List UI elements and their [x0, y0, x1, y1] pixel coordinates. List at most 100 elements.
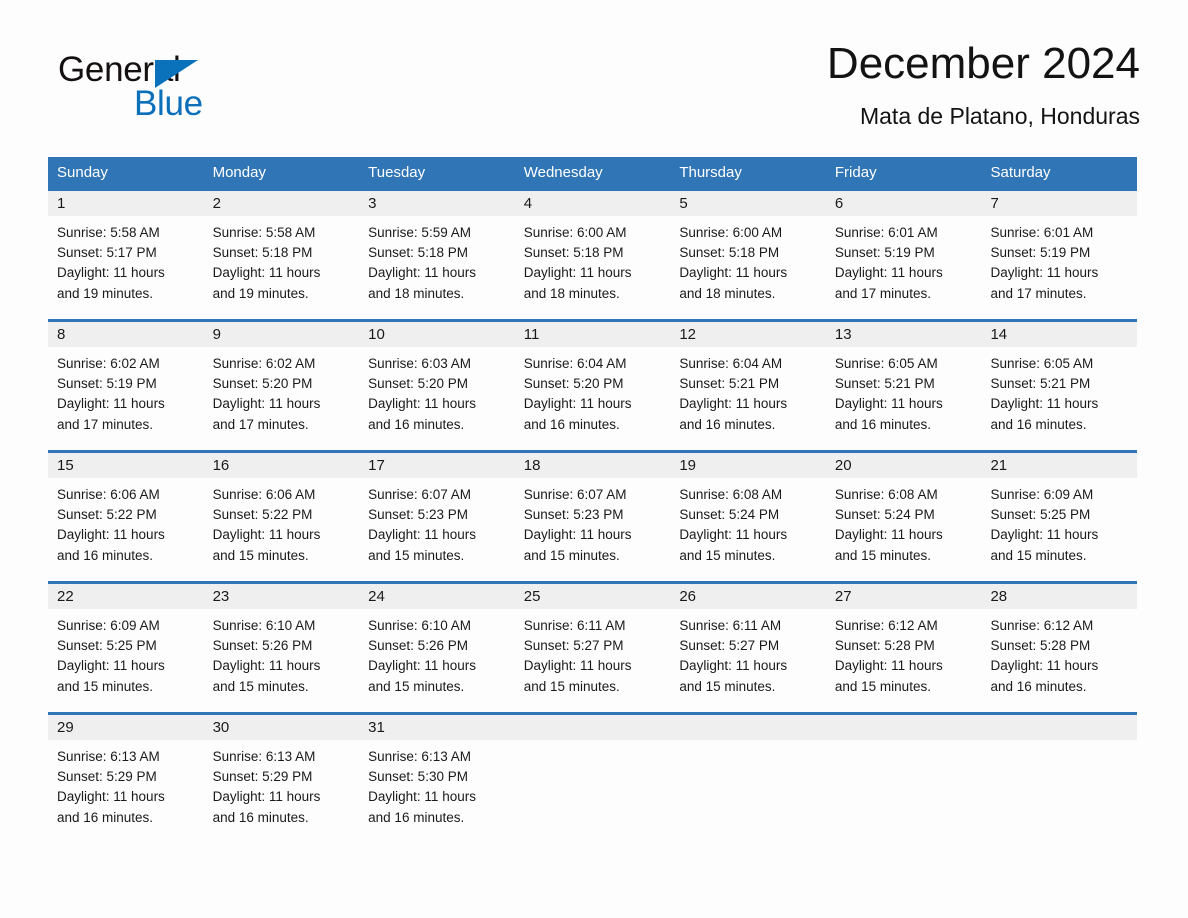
day-details: Sunrise: 5:58 AM Sunset: 5:17 PM Dayligh…	[48, 216, 204, 304]
daylight-text-line2: and 15 minutes.	[990, 547, 1087, 563]
calendar-day-cell[interactable]: 16 Sunrise: 6:06 AM Sunset: 5:22 PM Dayl…	[203, 453, 360, 581]
calendar-day-cell[interactable]: 23 Sunrise: 6:10 AM Sunset: 5:26 PM Dayl…	[203, 584, 360, 712]
calendar-day-cell[interactable]: 5 Sunrise: 6:00 AM Sunset: 5:18 PM Dayli…	[670, 191, 826, 319]
calendar-day-cell[interactable]: 3 Sunrise: 5:59 AM Sunset: 5:18 PM Dayli…	[359, 191, 515, 319]
calendar-day-cell[interactable]: 2 Sunrise: 5:58 AM Sunset: 5:18 PM Dayli…	[203, 191, 360, 319]
sunrise-text: Sunrise: 5:58 AM	[212, 225, 316, 240]
day-number: 27	[834, 588, 852, 605]
sunset-text: Sunset: 5:19 PM	[834, 245, 935, 261]
calendar-day-cell[interactable]: 15 Sunrise: 6:06 AM Sunset: 5:22 PM Dayl…	[48, 453, 204, 581]
daylight-text-line2: and 15 minutes.	[679, 678, 776, 694]
sunrise-text: Sunrise: 6:11 AM	[679, 618, 782, 633]
day-details: Sunrise: 6:06 AM Sunset: 5:22 PM Dayligh…	[204, 478, 360, 566]
daylight-text-line2: and 15 minutes.	[834, 547, 931, 563]
day-number: 1	[57, 195, 66, 212]
calendar-week-row: 22 Sunrise: 6:09 AM Sunset: 5:25 PM Dayl…	[48, 581, 1138, 712]
daylight-text-line2: and 18 minutes.	[368, 285, 465, 301]
day-details: Sunrise: 6:08 AM Sunset: 5:24 PM Dayligh…	[826, 478, 982, 566]
sunrise-text: Sunrise: 6:09 AM	[57, 618, 160, 633]
sunset-text: Sunset: 5:18 PM	[212, 245, 313, 261]
sunset-text: Sunset: 5:20 PM	[212, 376, 313, 392]
daylight-text-line2: and 17 minutes.	[212, 416, 309, 432]
daylight-text-line2: and 16 minutes.	[57, 809, 154, 825]
calendar-day-cell[interactable]: 10 Sunrise: 6:03 AM Sunset: 5:20 PM Dayl…	[359, 322, 515, 450]
sunrise-text: Sunrise: 5:58 AM	[57, 225, 160, 240]
calendar-day-cell[interactable]: 31 Sunrise: 6:13 AM Sunset: 5:30 PM Dayl…	[359, 715, 515, 843]
day-details: Sunrise: 6:04 AM Sunset: 5:21 PM Dayligh…	[670, 347, 826, 435]
calendar-day-cell[interactable]: 7 Sunrise: 6:01 AM Sunset: 5:19 PM Dayli…	[981, 191, 1138, 319]
calendar-day-cell-empty	[670, 715, 826, 843]
sunrise-text: Sunrise: 6:10 AM	[368, 618, 471, 633]
weekday-header-friday: Friday	[834, 164, 877, 181]
day-number: 4	[523, 195, 533, 212]
day-details: Sunrise: 6:03 AM Sunset: 5:20 PM Dayligh…	[359, 347, 515, 435]
calendar-day-cell[interactable]: 20 Sunrise: 6:08 AM Sunset: 5:24 PM Dayl…	[825, 453, 982, 581]
daylight-text-line2: and 18 minutes.	[679, 285, 776, 301]
day-number-band: 9	[203, 322, 360, 347]
daylight-text-line1: Daylight: 11 hours	[212, 396, 321, 412]
sunset-text: Sunset: 5:27 PM	[679, 638, 780, 654]
day-details: Sunrise: 6:13 AM Sunset: 5:29 PM Dayligh…	[48, 740, 204, 828]
day-details: Sunrise: 6:06 AM Sunset: 5:22 PM Dayligh…	[48, 478, 204, 566]
sunrise-text: Sunrise: 6:07 AM	[523, 487, 627, 502]
day-number: 5	[679, 195, 688, 212]
daylight-text-line1: Daylight: 11 hours	[834, 396, 943, 412]
sunset-text: Sunset: 5:26 PM	[368, 638, 468, 654]
daylight-text-line1: Daylight: 11 hours	[990, 265, 1099, 281]
daylight-text-line1: Daylight: 11 hours	[834, 527, 943, 543]
calendar-day-cell[interactable]: 25 Sunrise: 6:11 AM Sunset: 5:27 PM Dayl…	[514, 584, 671, 712]
sunset-text: Sunset: 5:20 PM	[523, 376, 624, 392]
calendar-day-cell[interactable]: 19 Sunrise: 6:08 AM Sunset: 5:24 PM Dayl…	[670, 453, 826, 581]
calendar-day-cell[interactable]: 13 Sunrise: 6:05 AM Sunset: 5:21 PM Dayl…	[825, 322, 982, 450]
general-blue-logo[interactable]: General Blue	[58, 50, 358, 130]
calendar-day-cell[interactable]: 30 Sunrise: 6:13 AM Sunset: 5:29 PM Dayl…	[203, 715, 360, 843]
sunrise-text: Sunrise: 6:08 AM	[834, 487, 938, 502]
daylight-text-line2: and 15 minutes.	[523, 547, 620, 563]
calendar-day-cell[interactable]: 18 Sunrise: 6:07 AM Sunset: 5:23 PM Dayl…	[514, 453, 671, 581]
calendar-day-cell[interactable]: 9 Sunrise: 6:02 AM Sunset: 5:20 PM Dayli…	[203, 322, 360, 450]
sunset-text: Sunset: 5:30 PM	[368, 769, 468, 785]
day-number: 31	[368, 719, 385, 736]
calendar-day-cell[interactable]: 8 Sunrise: 6:02 AM Sunset: 5:19 PM Dayli…	[48, 322, 204, 450]
day-number: 30	[212, 719, 230, 736]
sunset-text: Sunset: 5:25 PM	[57, 638, 157, 654]
calendar-day-cell[interactable]: 22 Sunrise: 6:09 AM Sunset: 5:25 PM Dayl…	[48, 584, 204, 712]
day-number-band: 22	[48, 584, 204, 609]
calendar-day-cell[interactable]: 21 Sunrise: 6:09 AM Sunset: 5:25 PM Dayl…	[981, 453, 1138, 581]
calendar-day-cell[interactable]: 28 Sunrise: 6:12 AM Sunset: 5:28 PM Dayl…	[981, 584, 1138, 712]
sunset-text: Sunset: 5:19 PM	[990, 245, 1091, 261]
page-subtitle-location: Mata de Platano, Honduras	[859, 103, 1140, 129]
calendar-grid: Sunday Monday Tuesday Wednesday Thursday…	[48, 157, 1138, 843]
calendar-day-cell[interactable]: 11 Sunrise: 6:04 AM Sunset: 5:20 PM Dayl…	[514, 322, 671, 450]
day-number-band: 29	[48, 715, 204, 740]
sunset-text: Sunset: 5:26 PM	[212, 638, 313, 654]
calendar-week-row: 1 Sunrise: 5:58 AM Sunset: 5:17 PM Dayli…	[48, 188, 1138, 319]
day-details: Sunrise: 6:13 AM Sunset: 5:29 PM Dayligh…	[204, 740, 360, 828]
calendar-week-row: 29 Sunrise: 6:13 AM Sunset: 5:29 PM Dayl…	[48, 712, 1138, 843]
day-number-band: 11	[514, 322, 671, 347]
day-number: 20	[834, 457, 852, 474]
calendar-day-cell[interactable]: 26 Sunrise: 6:11 AM Sunset: 5:27 PM Dayl…	[670, 584, 826, 712]
calendar-page: General Blue December 2024 Mata de Plata…	[0, 0, 1188, 918]
daylight-text-line1: Daylight: 11 hours	[523, 396, 632, 412]
sunset-text: Sunset: 5:22 PM	[212, 507, 313, 523]
calendar-day-cell[interactable]: 27 Sunrise: 6:12 AM Sunset: 5:28 PM Dayl…	[825, 584, 982, 712]
daylight-text-line1: Daylight: 11 hours	[679, 658, 788, 674]
calendar-day-cell[interactable]: 17 Sunrise: 6:07 AM Sunset: 5:23 PM Dayl…	[359, 453, 515, 581]
calendar-day-cell[interactable]: 6 Sunrise: 6:01 AM Sunset: 5:19 PM Dayli…	[825, 191, 982, 319]
daylight-text-line1: Daylight: 11 hours	[990, 396, 1099, 412]
calendar-day-cell[interactable]: 14 Sunrise: 6:05 AM Sunset: 5:21 PM Dayl…	[981, 322, 1138, 450]
daylight-text-line2: and 16 minutes.	[990, 416, 1087, 432]
daylight-text-line1: Daylight: 11 hours	[212, 265, 321, 281]
daylight-text-line1: Daylight: 11 hours	[57, 527, 165, 543]
calendar-day-cell[interactable]: 24 Sunrise: 6:10 AM Sunset: 5:26 PM Dayl…	[359, 584, 515, 712]
calendar-day-cell[interactable]: 12 Sunrise: 6:04 AM Sunset: 5:21 PM Dayl…	[670, 322, 826, 450]
day-details: Sunrise: 6:10 AM Sunset: 5:26 PM Dayligh…	[204, 609, 360, 697]
daylight-text-line2: and 16 minutes.	[834, 416, 931, 432]
day-details: Sunrise: 6:11 AM Sunset: 5:27 PM Dayligh…	[515, 609, 671, 697]
daylight-text-line1: Daylight: 11 hours	[57, 789, 165, 805]
calendar-day-cell[interactable]: 1 Sunrise: 5:58 AM Sunset: 5:17 PM Dayli…	[48, 191, 204, 319]
calendar-day-cell[interactable]: 4 Sunrise: 6:00 AM Sunset: 5:18 PM Dayli…	[514, 191, 671, 319]
calendar-day-cell[interactable]: 29 Sunrise: 6:13 AM Sunset: 5:29 PM Dayl…	[48, 715, 204, 843]
sunset-text: Sunset: 5:18 PM	[523, 245, 624, 261]
